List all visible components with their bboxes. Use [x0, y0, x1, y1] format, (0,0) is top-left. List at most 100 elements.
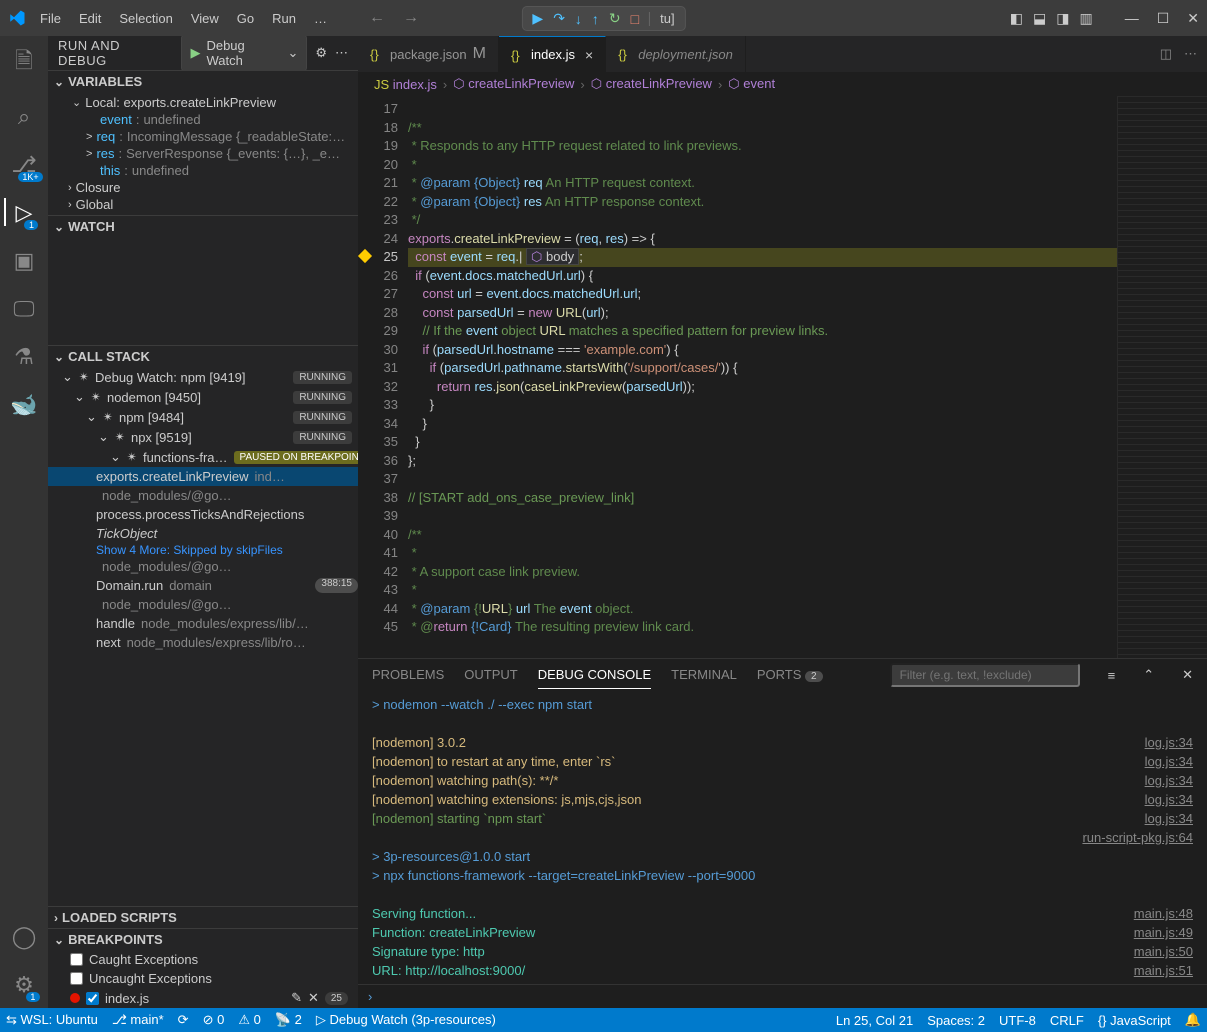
launch-config-selector[interactable]: ▶ Debug Watch ⌄ [181, 36, 307, 71]
debug-console-output[interactable]: > nodemon --watch ./ --exec npm start [n… [358, 691, 1207, 984]
debug-stepinto-icon[interactable]: ↓ [575, 11, 582, 27]
breakpoint-item[interactable]: Uncaught Exceptions [48, 969, 358, 988]
thread-row[interactable]: ⌄✴Debug Watch: npm [9419]RUNNING [48, 367, 358, 387]
edit-icon[interactable]: ✎ [291, 990, 302, 1006]
variable-row[interactable]: event: undefined [48, 111, 358, 128]
variable-row[interactable]: >res: ServerResponse {_events: {…}, _e… [48, 145, 358, 162]
docker-icon[interactable]: 🐋 [10, 392, 37, 418]
settings-gear-icon[interactable]: ⚙1 [14, 972, 34, 998]
minimap[interactable] [1117, 96, 1207, 658]
accounts-icon[interactable]: ◯ [12, 924, 37, 950]
console-source-link[interactable]: main.js:49 [1134, 923, 1193, 942]
variable-row[interactable]: >req: IncomingMessage {_readableState:… [48, 128, 358, 145]
breakpoint-checkbox[interactable] [70, 972, 83, 985]
stack-frame[interactable]: node_modules/@go… [48, 595, 358, 614]
remote-explorer-icon[interactable]: 🖵 [13, 296, 34, 322]
more-icon[interactable]: ⋯ [335, 45, 348, 61]
debug-stepover-icon[interactable]: ↷ [553, 10, 565, 27]
status-branch[interactable]: ⎇ main* [112, 1012, 164, 1028]
thread-row[interactable]: ⌄✴npm [9484]RUNNING [48, 407, 358, 427]
stack-frame[interactable]: process.processTicksAndRejections [48, 505, 358, 524]
status-item[interactable]: CRLF [1050, 1013, 1084, 1028]
breadcrumb-segment[interactable]: JS index.js [374, 77, 437, 92]
stack-frame[interactable]: Domain.rundomain388:15 [48, 576, 358, 595]
debug-stop-icon[interactable]: □ [631, 11, 639, 27]
status-radio[interactable]: 📡 2 [275, 1012, 302, 1028]
split-editor-icon[interactable]: ◫ [1160, 46, 1172, 62]
code-content[interactable]: /** * Responds to any HTTP request relat… [408, 96, 1117, 658]
breakpoint-checkbox[interactable] [86, 992, 99, 1005]
tab-index.js[interactable]: {}index.js× [499, 36, 606, 72]
breakpoint-item[interactable]: Caught Exceptions [48, 950, 358, 969]
tab-package.json[interactable]: {}package.jsonM [358, 36, 499, 72]
command-center[interactable]: ▶ ↷ ↓ ↑ ↻ □ tu] [521, 6, 685, 31]
thread-row[interactable]: ⌄✴functions-fra…PAUSED ON BREAKPOINT [48, 447, 358, 467]
menu-…[interactable]: … [306, 7, 335, 30]
panel-maximize-icon[interactable]: ⌃ [1143, 667, 1154, 683]
stack-frame[interactable]: nextnode_modules/express/lib/ro… [48, 633, 358, 652]
layout-customize-icon[interactable]: ▥ [1079, 10, 1092, 27]
close-tab-icon[interactable]: × [585, 47, 593, 63]
status-debug[interactable]: ▷ Debug Watch (3p-resources) [316, 1012, 496, 1028]
debug-stepout-icon[interactable]: ↑ [592, 11, 599, 27]
scope-closure[interactable]: ›Closure [48, 179, 358, 196]
scope-local[interactable]: ⌄Local: exports.createLinkPreview [48, 94, 358, 111]
tab-deployment.json[interactable]: {}deployment.json [606, 36, 746, 72]
code-editor[interactable]: 1718192021222324252627282930313233343536… [358, 96, 1207, 658]
breadcrumb-segment[interactable]: ⬡ createLinkPreview [591, 76, 712, 92]
nav-back-icon[interactable]: ← [369, 9, 385, 27]
console-source-link[interactable]: log.js:34 [1145, 733, 1193, 752]
status-warn[interactable]: ⚠ 0 [238, 1012, 261, 1028]
section-breakpoints[interactable]: ⌄BREAKPOINTS [48, 929, 358, 950]
source-control-icon[interactable]: ⎇1K+ [11, 152, 36, 178]
explorer-icon[interactable]: 🗎 [15, 44, 33, 82]
panel-tab-output[interactable]: OUTPUT [464, 661, 517, 689]
breakpoint-item[interactable]: index.js✎✕25 [48, 988, 358, 1008]
stack-frame[interactable]: node_modules/@go… [48, 557, 358, 576]
console-input-prompt[interactable]: › [358, 984, 1207, 1008]
menu-run[interactable]: Run [264, 7, 304, 30]
section-watch[interactable]: ⌄WATCH [48, 216, 358, 237]
section-callstack[interactable]: ⌄CALL STACK [48, 346, 358, 367]
layout-sidebarright-icon[interactable]: ◨ [1056, 10, 1069, 27]
section-variables[interactable]: ⌄VARIABLES [48, 71, 358, 92]
layout-panel-icon[interactable]: ⬓ [1033, 10, 1046, 27]
run-debug-icon[interactable]: ▷1 [16, 200, 33, 226]
status-item[interactable]: UTF-8 [999, 1013, 1036, 1028]
window-minimize-icon[interactable]: — [1125, 10, 1139, 26]
debug-restart-icon[interactable]: ↻ [609, 10, 621, 27]
panel-tab-ports[interactable]: PORTS 2 [757, 661, 823, 689]
console-source-link[interactable]: log.js:34 [1145, 790, 1193, 809]
breakpoint-checkbox[interactable] [70, 953, 83, 966]
console-source-link[interactable]: main.js:51 [1134, 961, 1193, 980]
console-source-link[interactable]: log.js:34 [1145, 752, 1193, 771]
menu-go[interactable]: Go [229, 7, 262, 30]
stack-frame[interactable]: node_modules/@go… [48, 486, 358, 505]
debug-continue-icon[interactable]: ▶ [532, 10, 543, 27]
search-icon[interactable]: ⌕ [18, 104, 30, 130]
nav-forward-icon[interactable]: → [403, 9, 419, 27]
thread-row[interactable]: ⌄✴npx [9519]RUNNING [48, 427, 358, 447]
variable-row[interactable]: this: undefined [48, 162, 358, 179]
skip-frames-link[interactable]: Show 4 More: Skipped by skipFiles [48, 543, 358, 557]
panel-tab-debug console[interactable]: DEBUG CONSOLE [538, 661, 651, 689]
stack-frame[interactable]: exports.createLinkPreviewind… [48, 467, 358, 486]
menu-file[interactable]: File [32, 7, 69, 30]
stack-frame[interactable]: TickObject [48, 524, 358, 543]
extensions-icon[interactable]: ▣ [14, 248, 35, 274]
status-item[interactable]: Spaces: 2 [927, 1013, 985, 1028]
clear-console-icon[interactable]: ≡ [1108, 668, 1116, 683]
stack-frame[interactable]: handlenode_modules/express/lib/… [48, 614, 358, 633]
breadcrumb-segment[interactable]: ⬡ createLinkPreview [453, 76, 574, 92]
console-source-link[interactable]: log.js:34 [1145, 771, 1193, 790]
status-sync[interactable]: ⟳ [178, 1012, 189, 1028]
panel-close-icon[interactable]: ✕ [1182, 667, 1193, 683]
section-loaded-scripts[interactable]: ›LOADED SCRIPTS [48, 907, 358, 928]
panel-tab-problems[interactable]: PROBLEMS [372, 661, 444, 689]
gear-icon[interactable]: ⚙ [315, 45, 327, 61]
console-filter-input[interactable] [890, 663, 1080, 687]
panel-tab-terminal[interactable]: TERMINAL [671, 661, 737, 689]
menu-selection[interactable]: Selection [111, 7, 180, 30]
status-err[interactable]: ⊘ 0 [203, 1012, 225, 1028]
status-remote[interactable]: ⇆ WSL: Ubuntu [6, 1012, 98, 1028]
